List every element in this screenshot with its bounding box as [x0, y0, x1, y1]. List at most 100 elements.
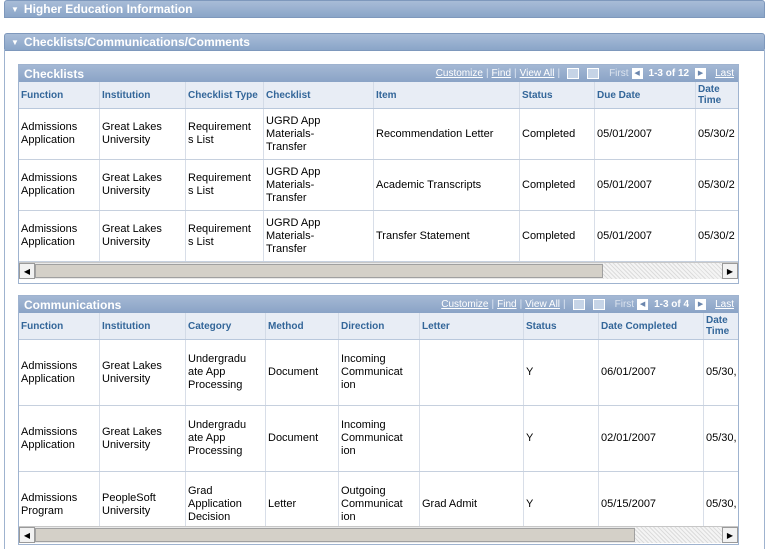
column-header-item[interactable]: Item — [374, 82, 520, 108]
find-link[interactable]: Find — [492, 68, 511, 79]
scroll-track[interactable] — [635, 527, 722, 543]
table-row: Admissions Application Great Lakes Univer… — [19, 406, 738, 472]
column-header-status[interactable]: Status — [524, 313, 599, 339]
cell-date-time: 05/30, — [704, 406, 738, 471]
communications-rows: Admissions Application Great Lakes Univer… — [19, 340, 738, 538]
cell-due-date: 05/01/2007 — [595, 160, 696, 210]
cell-category: Undergradu ate App Processing — [186, 406, 266, 471]
scroll-thumb[interactable] — [35, 528, 635, 542]
collapse-triangle-icon[interactable]: ▼ — [11, 38, 19, 47]
customize-link[interactable]: Customize — [436, 68, 483, 79]
scroll-right-icon[interactable]: ▶ — [722, 263, 738, 279]
checklists-grid: Checklists Customize | Find | View All | Fi… — [18, 64, 739, 284]
cell-item: Academic Transcripts — [374, 160, 520, 210]
scroll-thumb[interactable] — [35, 264, 603, 278]
cell-status: Y — [524, 340, 599, 405]
scroll-right-icon[interactable]: ▶ — [722, 527, 738, 543]
checklists-grid-title-bar: Checklists Customize | Find | View All | Fi… — [19, 65, 738, 82]
cell-due-date: 05/01/2007 — [595, 211, 696, 261]
scroll-left-icon[interactable]: ◀ — [19, 527, 35, 543]
cell-function: Admissions Application — [19, 340, 100, 405]
cell-letter — [420, 406, 524, 471]
scroll-track[interactable] — [603, 263, 722, 279]
cell-status: Completed — [520, 160, 595, 210]
cell-status: Y — [524, 406, 599, 471]
cell-status: Completed — [520, 109, 595, 159]
checklists-communications-title: Checklists/Communications/Comments — [23, 35, 250, 49]
cell-item: Recommendation Letter — [374, 109, 520, 159]
next-arrow-icon[interactable]: ▶ — [695, 68, 707, 79]
checklists-column-headers: Function Institution Checklist Type Checkli… — [19, 82, 738, 109]
previous-arrow-icon[interactable]: ◀ — [631, 68, 643, 79]
last-link[interactable]: Last — [715, 299, 734, 310]
cell-checklist: UGRD App Materials- Transfer — [264, 160, 374, 210]
higher-education-title: Higher Education Information — [23, 2, 193, 16]
cell-due-date: 05/01/2007 — [595, 109, 696, 159]
find-link[interactable]: Find — [497, 299, 516, 310]
cell-function: Admissions Application — [19, 160, 100, 210]
cell-status: Completed — [520, 211, 595, 261]
column-header-category[interactable]: Category — [186, 313, 266, 339]
row-count: 1-3 of 12 — [648, 68, 690, 79]
column-header-function[interactable]: Function — [19, 313, 100, 339]
cell-checklist-type: Requirement s List — [186, 160, 264, 210]
collapse-triangle-icon[interactable]: ▼ — [11, 5, 19, 14]
column-header-letter[interactable]: Letter — [420, 313, 524, 339]
column-header-date-time[interactable]: Date Time — [704, 313, 738, 339]
checklists-grid-nav: Customize | Find | View All | First ◀ 1-3 o… — [435, 68, 734, 79]
zoom-grid-icon[interactable] — [567, 68, 580, 79]
row-count: 1-3 of 4 — [654, 299, 690, 310]
view-all-link[interactable]: View All — [520, 68, 555, 79]
cell-checklist: UGRD App Materials- Transfer — [264, 211, 374, 261]
communications-horizontal-scrollbar[interactable]: ◀ ▶ — [19, 526, 738, 543]
communications-grid: Communications Customize | Find | View All… — [18, 295, 739, 545]
cell-direction: Incoming Communicat ion — [339, 340, 420, 405]
view-all-link[interactable]: View All — [525, 299, 560, 310]
cell-date-time: 05/30/2 — [696, 211, 738, 261]
table-row: Admissions Application Great Lakes Univer… — [19, 211, 738, 262]
cell-date-time: 05/30/2 — [696, 109, 738, 159]
first-link: First — [614, 299, 635, 310]
first-link: First — [609, 68, 629, 79]
cell-function: Admissions Application — [19, 211, 100, 261]
column-header-direction[interactable]: Direction — [339, 313, 420, 339]
cell-category: Undergradu ate App Processing — [186, 340, 266, 405]
table-row: Admissions Application Great Lakes Univer… — [19, 109, 738, 160]
checklists-horizontal-scrollbar[interactable]: ◀ ▶ — [19, 262, 738, 279]
cell-date-completed: 06/01/2007 — [599, 340, 704, 405]
communications-grid-title: Communications — [24, 297, 122, 312]
column-header-method[interactable]: Method — [266, 313, 339, 339]
customize-link[interactable]: Customize — [441, 299, 488, 310]
table-row: Admissions Application Great Lakes Univer… — [19, 340, 738, 406]
cell-institution: Great Lakes University — [100, 211, 186, 261]
column-header-date-time[interactable]: Date Time — [696, 82, 738, 108]
cell-institution: Great Lakes University — [100, 160, 186, 210]
cell-item: Transfer Statement — [374, 211, 520, 261]
table-row: Admissions Application Great Lakes Univer… — [19, 160, 738, 211]
cell-function: Admissions Application — [19, 406, 100, 471]
communications-grid-title-bar: Communications Customize | Find | View All… — [19, 296, 738, 313]
download-grid-icon[interactable] — [592, 299, 605, 310]
cell-date-time: 05/30, — [704, 340, 738, 405]
column-header-date-completed[interactable]: Date Completed — [599, 313, 704, 339]
cell-letter — [420, 340, 524, 405]
last-link[interactable]: Last — [715, 68, 734, 79]
cell-institution: Great Lakes University — [100, 406, 186, 471]
higher-education-section-header[interactable]: ▼ Higher Education Information — [4, 0, 765, 18]
column-header-function[interactable]: Function — [19, 82, 100, 108]
column-header-checklist[interactable]: Checklist — [264, 82, 374, 108]
column-header-institution[interactable]: Institution — [100, 313, 186, 339]
previous-arrow-icon[interactable]: ◀ — [637, 299, 649, 310]
cell-checklist-type: Requirement s List — [186, 211, 264, 261]
scroll-left-icon[interactable]: ◀ — [19, 263, 35, 279]
cell-method: Document — [266, 406, 339, 471]
cell-direction: Incoming Communicat ion — [339, 406, 420, 471]
column-header-institution[interactable]: Institution — [100, 82, 186, 108]
next-arrow-icon[interactable]: ▶ — [695, 299, 707, 310]
download-grid-icon[interactable] — [587, 68, 600, 79]
cell-institution: Great Lakes University — [100, 109, 186, 159]
column-header-checklist-type[interactable]: Checklist Type — [186, 82, 264, 108]
zoom-grid-icon[interactable] — [572, 299, 585, 310]
column-header-status[interactable]: Status — [520, 82, 595, 108]
column-header-due-date[interactable]: Due Date — [595, 82, 696, 108]
